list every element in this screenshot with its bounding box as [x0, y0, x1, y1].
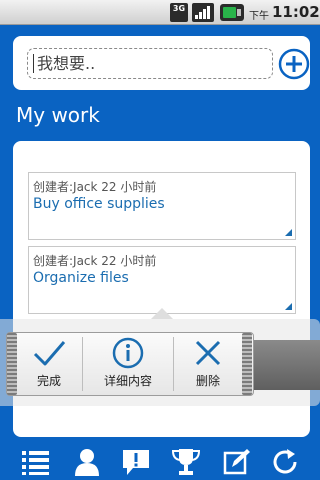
complete-label: 完成 [36, 374, 61, 388]
alert-icon[interactable] [121, 448, 151, 476]
complete-button[interactable]: 完成 [18, 333, 80, 395]
task-item[interactable]: 创建者:Jack 22 小时前 Buy office supplies [28, 172, 296, 240]
search-card: 我想要.. [13, 36, 310, 90]
divider [82, 337, 83, 391]
expand-corner-icon [285, 229, 292, 236]
status-bar: 3G 下午 11:02 [0, 0, 320, 25]
add-button[interactable] [278, 48, 310, 80]
task-title: Buy office supplies [33, 196, 165, 212]
status-time: 11:02 [272, 3, 320, 21]
section-title: My work [16, 103, 100, 127]
network-3g-icon: 3G [170, 3, 188, 22]
details-label: 详细内容 [103, 374, 152, 388]
bottom-toolbar [0, 440, 320, 480]
info-icon [112, 337, 144, 369]
task-item[interactable]: 创建者:Jack 22 小时前 Organize files [28, 246, 296, 314]
delete-label: 删除 [195, 374, 220, 388]
search-input[interactable]: 我想要.. [27, 48, 273, 79]
refresh-icon[interactable] [271, 448, 301, 476]
right-grip [242, 333, 252, 395]
close-icon [195, 340, 221, 366]
edit-icon[interactable] [222, 448, 252, 476]
popup-arrow [151, 308, 173, 319]
left-grip [7, 333, 17, 395]
delete-button[interactable]: 删除 [175, 333, 241, 395]
expand-corner-icon [285, 303, 292, 310]
status-ampm: 下午 [249, 11, 269, 22]
person-icon[interactable] [72, 448, 102, 476]
task-title: Organize files [33, 270, 129, 286]
battery-icon [220, 4, 244, 21]
task-meta: 创建者:Jack 22 小时前 [33, 180, 157, 194]
signal-icon [192, 3, 214, 22]
list-icon[interactable] [21, 448, 51, 476]
popup-tail [254, 340, 320, 390]
divider [173, 337, 174, 391]
task-meta: 创建者:Jack 22 小时前 [33, 254, 157, 268]
details-button[interactable]: 详细内容 [84, 333, 172, 395]
check-icon [33, 341, 66, 366]
trophy-icon[interactable] [171, 448, 201, 476]
